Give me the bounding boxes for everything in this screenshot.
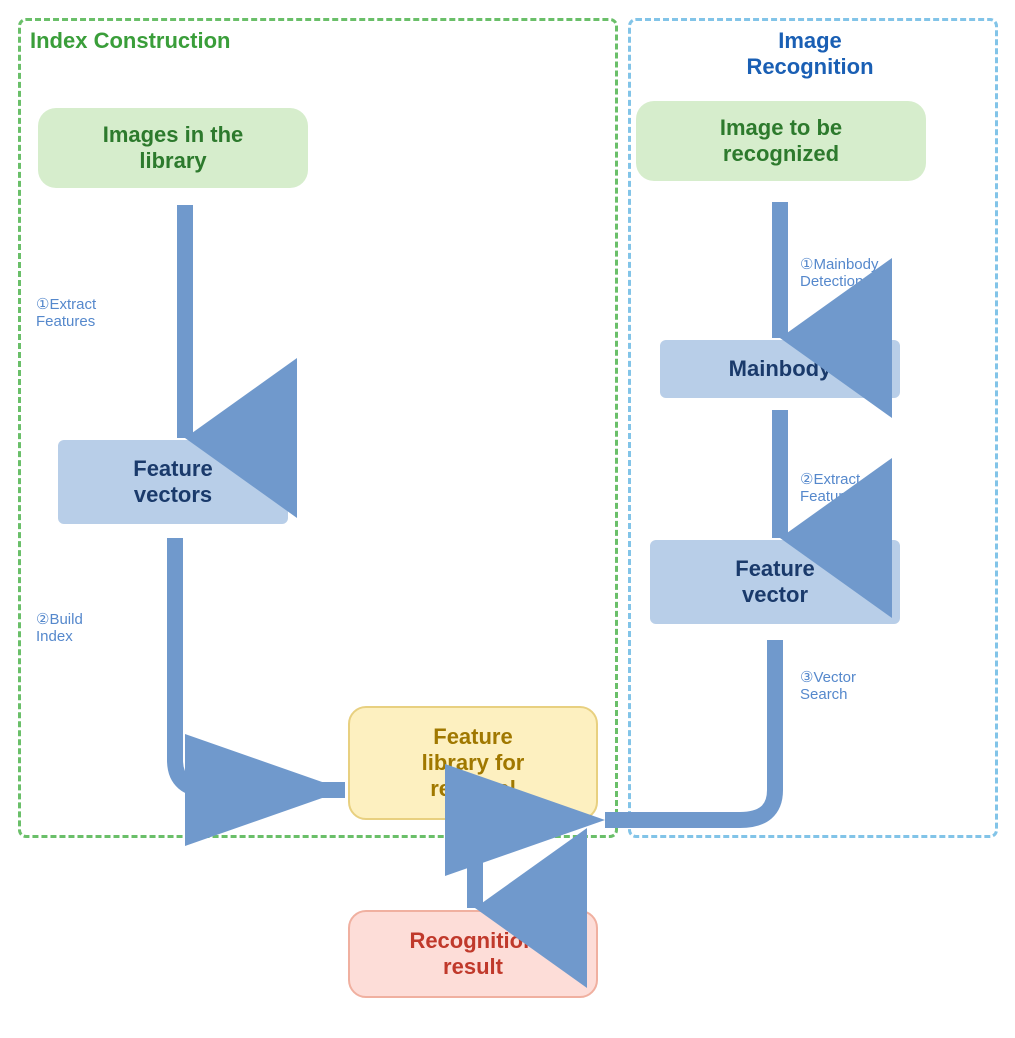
images-in-library-box: Images in thelibrary	[38, 108, 308, 188]
feature-vectors-box: Featurevectors	[58, 440, 288, 524]
feature-vector-right-box: Featurevector	[650, 540, 900, 624]
recognition-result-box: Recognitionresult	[348, 910, 598, 998]
label-vector-search: ③VectorSearch	[800, 668, 856, 703]
label-mainbody-detection: ①MainbodyDetection	[800, 255, 879, 290]
label-build-index: ②BuildIndex	[36, 610, 83, 645]
image-to-recognize-box: Image to berecognized	[636, 101, 926, 181]
feature-library-box: Featurelibrary forretrieval	[348, 706, 598, 820]
index-construction-title: Index Construction	[30, 28, 230, 54]
label-extract-features: ①ExtractFeatures	[36, 295, 96, 330]
label-extract-feature-right: ②ExtractFeature	[800, 470, 860, 505]
diagram: Index Construction ImageRecognition Imag…	[0, 0, 1015, 1038]
mainbody-box: Mainbody	[660, 340, 900, 398]
image-recognition-title: ImageRecognition	[680, 28, 940, 80]
